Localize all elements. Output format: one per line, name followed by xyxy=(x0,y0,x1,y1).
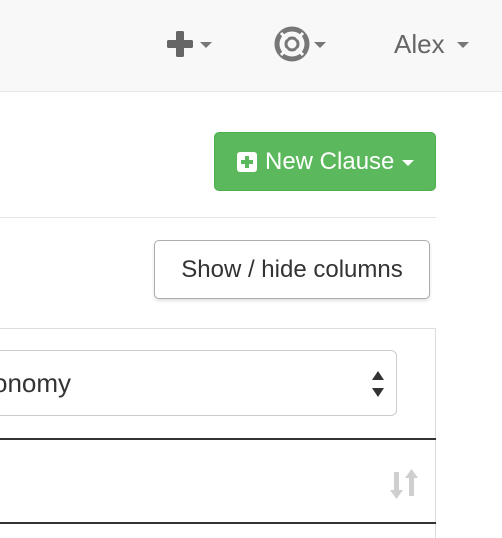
plus-square-icon xyxy=(237,151,257,172)
chevron-down-icon xyxy=(200,42,212,48)
chevron-down-icon xyxy=(402,159,415,166)
filter-select[interactable]: onomy xyxy=(0,350,397,416)
sort-icon[interactable] xyxy=(388,466,424,502)
top-navbar: Alex xyxy=(0,0,502,92)
new-clause-label: New Clause xyxy=(265,147,395,175)
user-name: Alex xyxy=(394,28,445,59)
add-menu-dropdown[interactable] xyxy=(164,24,212,64)
chevron-down-icon xyxy=(314,42,326,48)
section-divider xyxy=(0,217,436,218)
select-arrows-icon xyxy=(372,371,384,397)
show-hide-columns-button[interactable]: Show / hide columns xyxy=(154,240,430,299)
table-header-rule xyxy=(0,438,436,440)
chevron-down-icon xyxy=(456,42,469,48)
new-clause-button[interactable]: New Clause xyxy=(214,132,436,191)
table-row-rule xyxy=(0,522,436,524)
user-menu-dropdown[interactable]: Alex xyxy=(394,24,469,64)
life-ring-icon xyxy=(274,26,310,62)
plus-icon xyxy=(167,31,193,57)
show-hide-columns-label: Show / hide columns xyxy=(181,255,403,283)
filter-select-value: onomy xyxy=(0,367,72,398)
help-menu-dropdown[interactable] xyxy=(274,24,326,64)
